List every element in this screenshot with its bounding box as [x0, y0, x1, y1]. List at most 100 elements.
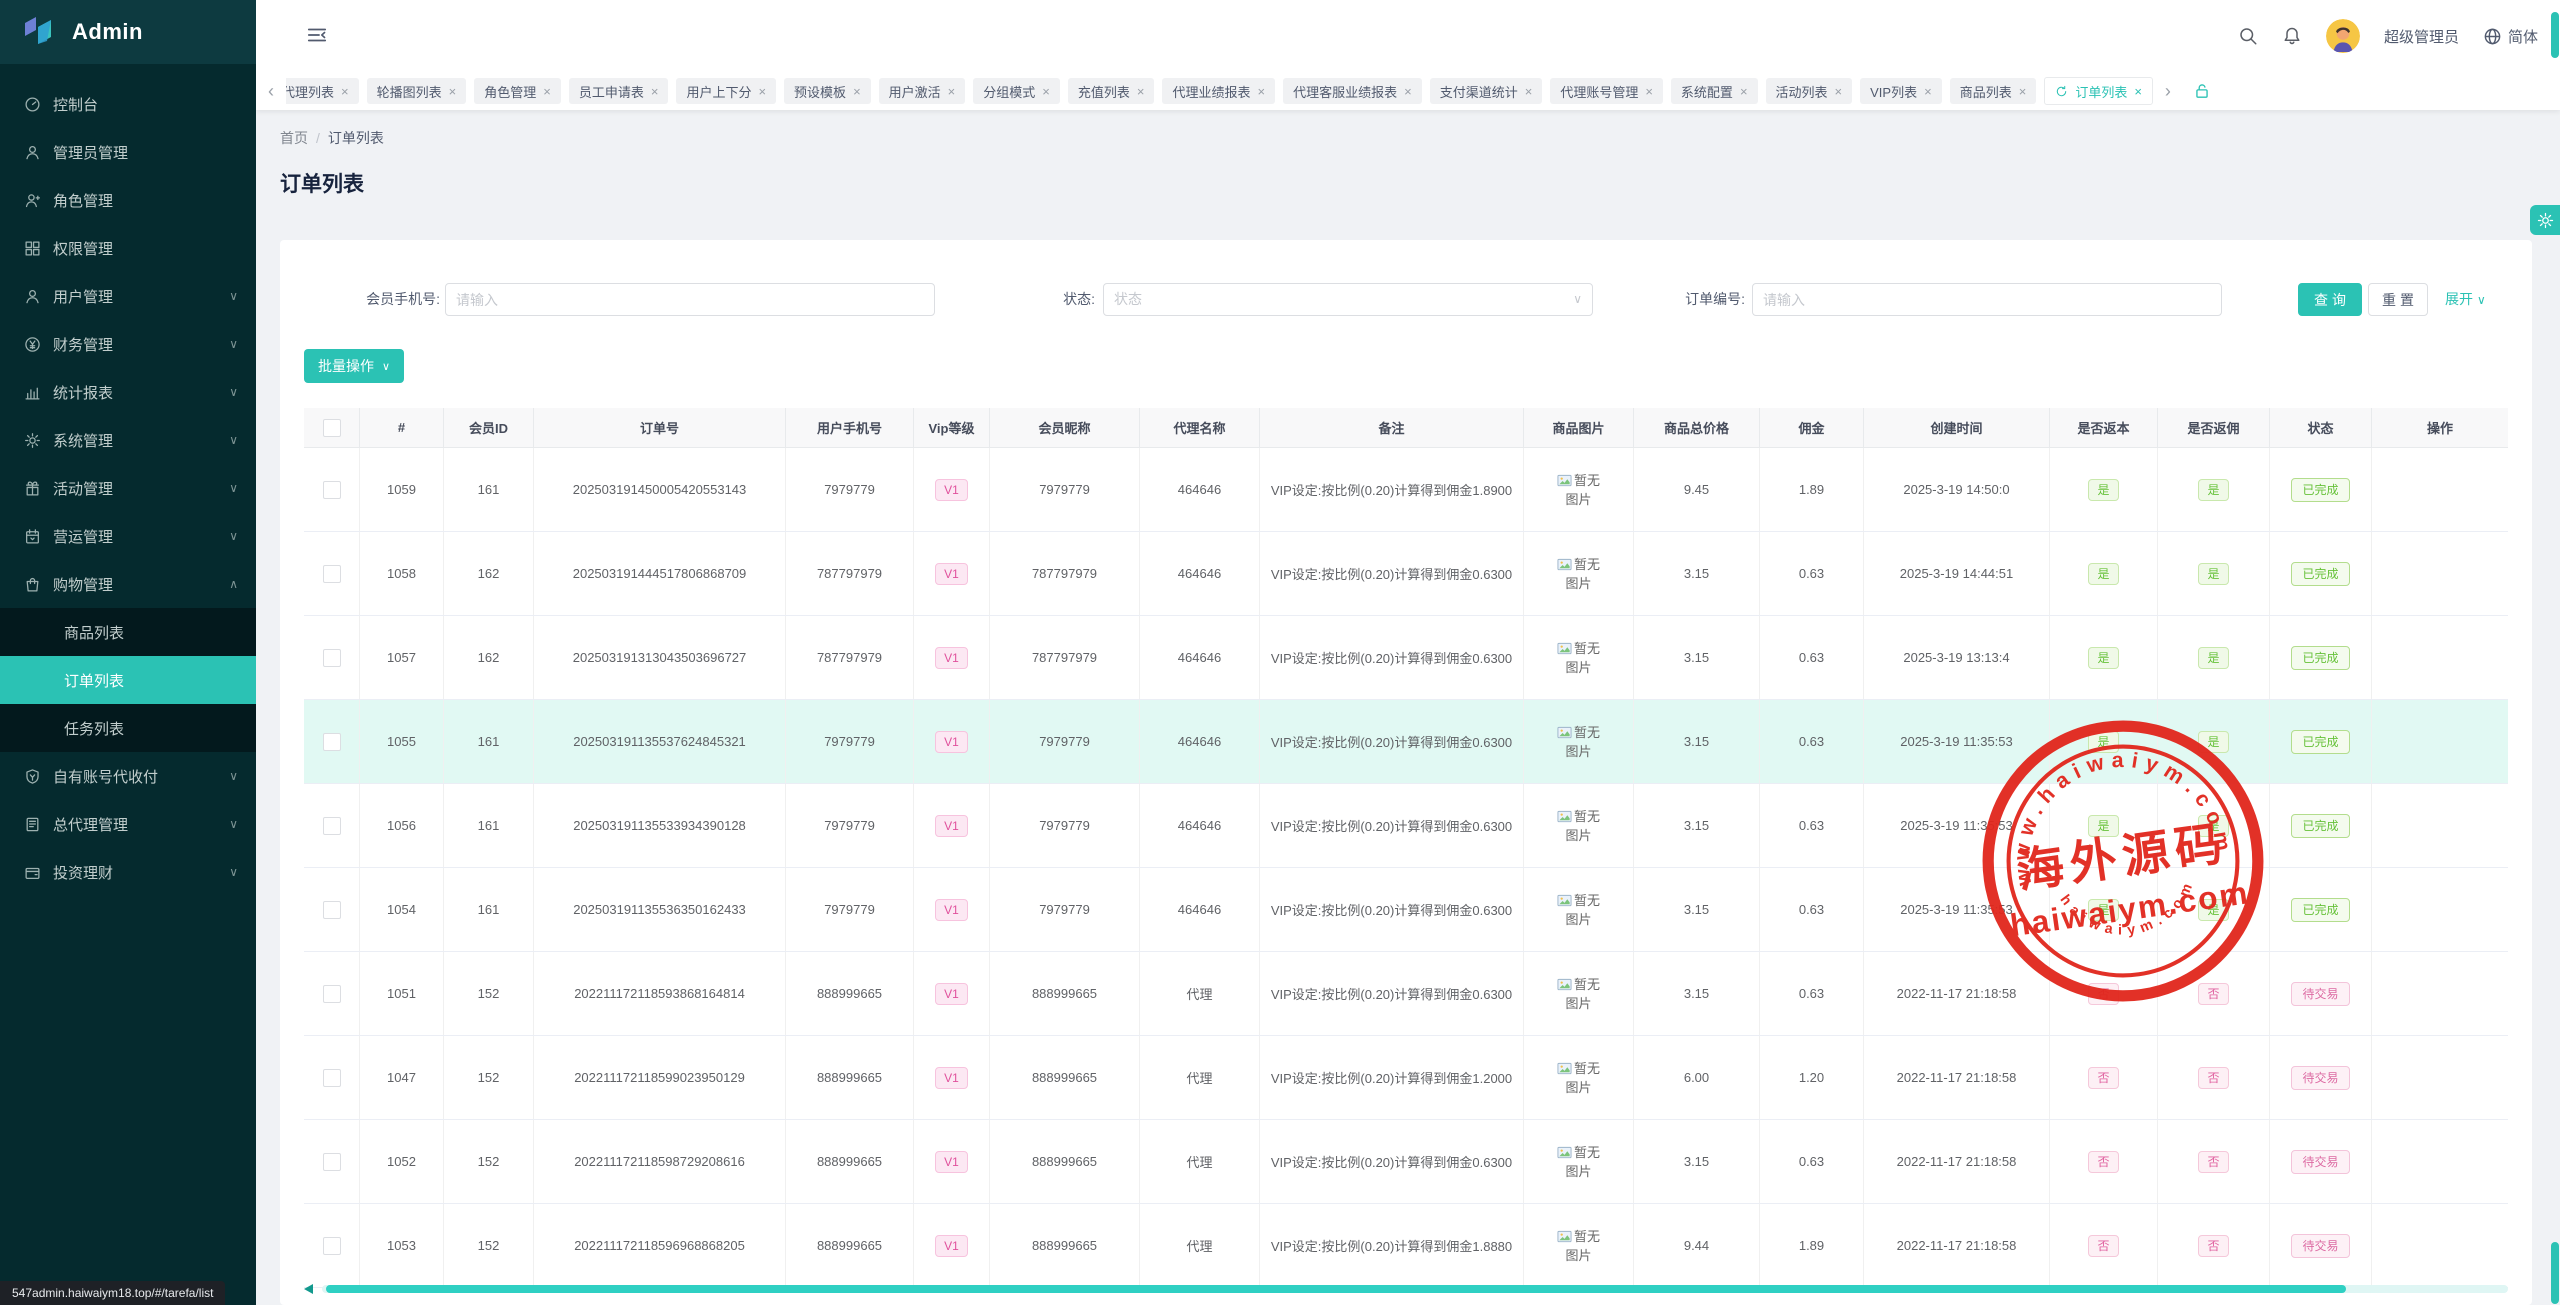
sidebar-item-4[interactable]: 用户管理∨ [0, 272, 256, 320]
tab-close-icon[interactable]: × [341, 84, 349, 99]
row-checkbox[interactable] [323, 565, 341, 583]
table-row[interactable]: 1057162202503191313043503696727787797979… [304, 616, 2508, 700]
select-all-checkbox[interactable] [323, 419, 341, 437]
sidebar-subitem-2[interactable]: 任务列表 [0, 704, 256, 752]
tab-close-icon[interactable]: × [1042, 84, 1050, 99]
sidebar-item-8[interactable]: 活动管理∨ [0, 464, 256, 512]
logo[interactable]: Admin [0, 0, 256, 64]
tab-14[interactable]: 活动列表× [1766, 78, 1853, 104]
expand-filters-link[interactable]: 展开∨ [2445, 283, 2486, 316]
sidebar-item-11[interactable]: 自有账号代收付∨ [0, 752, 256, 800]
sidebar-collapse-icon[interactable] [306, 24, 328, 46]
tabs-scroll-right-icon[interactable]: › [2153, 81, 2183, 102]
sidebar-item-9[interactable]: 营运管理∨ [0, 512, 256, 560]
tab-11[interactable]: 支付渠道统计× [1430, 78, 1543, 104]
row-checkbox[interactable] [323, 1153, 341, 1171]
tab-close-icon[interactable]: × [1835, 84, 1843, 99]
table-row[interactable]: 10551612025031911355376248453217979779V1… [304, 700, 2508, 784]
tab-close-icon[interactable]: × [1525, 84, 1533, 99]
tabs-lock-icon[interactable] [2193, 82, 2211, 100]
sidebar-item-12[interactable]: 总代理管理∨ [0, 800, 256, 848]
notification-bell-icon[interactable] [2282, 26, 2302, 46]
row-checkbox[interactable] [323, 817, 341, 835]
row-checkbox[interactable] [323, 1237, 341, 1255]
scrollbar-left-arrow-icon[interactable] [304, 1284, 313, 1294]
sidebar-item-5[interactable]: 财务管理∨ [0, 320, 256, 368]
bulk-actions-button[interactable]: 批量操作 ∨ [304, 349, 404, 383]
search-button[interactable]: 查询 [2298, 283, 2362, 316]
tab-3[interactable]: 员工申请表× [569, 78, 669, 104]
tab-12[interactable]: 代理账号管理× [1550, 78, 1663, 104]
sidebar-item-10[interactable]: 购物管理∧ [0, 560, 256, 608]
table-row[interactable]: 10561612025031911355339343901287979779V1… [304, 784, 2508, 868]
search-icon[interactable] [2238, 26, 2258, 46]
row-checkbox[interactable] [323, 649, 341, 667]
sidebar-subitem-0[interactable]: 商品列表 [0, 608, 256, 656]
table-row[interactable]: 1047152202211172118599023950129888999665… [304, 1036, 2508, 1120]
order-no-input[interactable] [1752, 283, 2222, 316]
tab-16[interactable]: 商品列表× [1950, 78, 2037, 104]
tab-0[interactable]: 代理列表× [286, 78, 359, 104]
sidebar-item-13[interactable]: 投资理财∨ [0, 848, 256, 896]
tab-15[interactable]: VIP列表× [1860, 78, 1942, 104]
table-row[interactable]: 1058162202503191444517806868709787797979… [304, 532, 2508, 616]
member-phone-input[interactable] [445, 283, 935, 316]
row-checkbox[interactable] [323, 733, 341, 751]
language-label: 简体 [2508, 26, 2538, 47]
language-switcher[interactable]: 简体 [2483, 26, 2538, 47]
table-row[interactable]: 10541612025031911355363501624337979779V1… [304, 868, 2508, 952]
current-user-name[interactable]: 超级管理员 [2384, 26, 2459, 47]
table-row[interactable]: 1051152202211172118593868164814888999665… [304, 952, 2508, 1036]
tab-5[interactable]: 预设模板× [784, 78, 871, 104]
tab-close-icon[interactable]: × [1645, 84, 1653, 99]
table-row[interactable]: 10591612025031914500054205531437979779V1… [304, 448, 2508, 532]
tab-17[interactable]: 订单列表× [2044, 77, 2153, 105]
status-select[interactable]: 状态 ∨ [1103, 283, 1593, 316]
row-checkbox[interactable] [323, 985, 341, 1003]
sidebar-item-3[interactable]: 权限管理 [0, 224, 256, 272]
tab-close-icon[interactable]: × [1258, 84, 1266, 99]
tab-close-icon[interactable]: × [651, 84, 659, 99]
tab-close-icon[interactable]: × [948, 84, 956, 99]
tab-close-icon[interactable]: × [449, 84, 457, 99]
breadcrumb-home-link[interactable]: 首页 [280, 130, 308, 146]
tab-10[interactable]: 代理客服业绩报表× [1283, 78, 1422, 104]
tab-1[interactable]: 轮播图列表× [367, 78, 467, 104]
sidebar-item-1[interactable]: 管理员管理 [0, 128, 256, 176]
cell-total-price: 6.00 [1634, 1036, 1760, 1119]
tab-close-icon[interactable]: × [758, 84, 766, 99]
tab-close-icon[interactable]: × [2019, 84, 2027, 99]
tab-2[interactable]: 角色管理× [474, 78, 561, 104]
tab-close-icon[interactable]: × [853, 84, 861, 99]
table-row[interactable]: 1052152202211172118598729208616888999665… [304, 1120, 2508, 1204]
tab-13[interactable]: 系统配置× [1671, 78, 1758, 104]
scrollbar-thumb[interactable] [326, 1285, 2346, 1293]
avatar[interactable] [2326, 19, 2360, 53]
tabs-scroll-left-icon[interactable]: ‹ [256, 81, 286, 102]
vertical-scrollbar-thumb-top[interactable] [2551, 12, 2559, 58]
row-checkbox[interactable] [323, 901, 341, 919]
tab-close-icon[interactable]: × [1137, 84, 1145, 99]
cell-total-price: 3.15 [1634, 952, 1760, 1035]
tab-7[interactable]: 分组模式× [973, 78, 1060, 104]
reset-button[interactable]: 重置 [2368, 283, 2428, 316]
sidebar-item-2[interactable]: 角色管理 [0, 176, 256, 224]
tab-close-icon[interactable]: × [1404, 84, 1412, 99]
row-checkbox[interactable] [323, 1069, 341, 1087]
tab-close-icon[interactable]: × [2134, 84, 2142, 99]
row-checkbox[interactable] [323, 481, 341, 499]
sidebar-item-7[interactable]: 系统管理∨ [0, 416, 256, 464]
tab-8[interactable]: 充值列表× [1068, 78, 1155, 104]
tab-close-icon[interactable]: × [1740, 84, 1748, 99]
vertical-scrollbar-thumb-bottom[interactable] [2551, 1242, 2559, 1304]
table-row[interactable]: 1053152202211172118596968868205888999665… [304, 1204, 2508, 1288]
tab-4[interactable]: 用户上下分× [676, 78, 776, 104]
tab-close-icon[interactable]: × [1924, 84, 1932, 99]
theme-settings-button[interactable] [2530, 205, 2560, 235]
tab-9[interactable]: 代理业绩报表× [1162, 78, 1275, 104]
sidebar-subitem-1[interactable]: 订单列表 [0, 656, 256, 704]
tab-6[interactable]: 用户激活× [879, 78, 966, 104]
sidebar-item-6[interactable]: 统计报表∨ [0, 368, 256, 416]
tab-close-icon[interactable]: × [543, 84, 551, 99]
sidebar-item-0[interactable]: 控制台 [0, 80, 256, 128]
